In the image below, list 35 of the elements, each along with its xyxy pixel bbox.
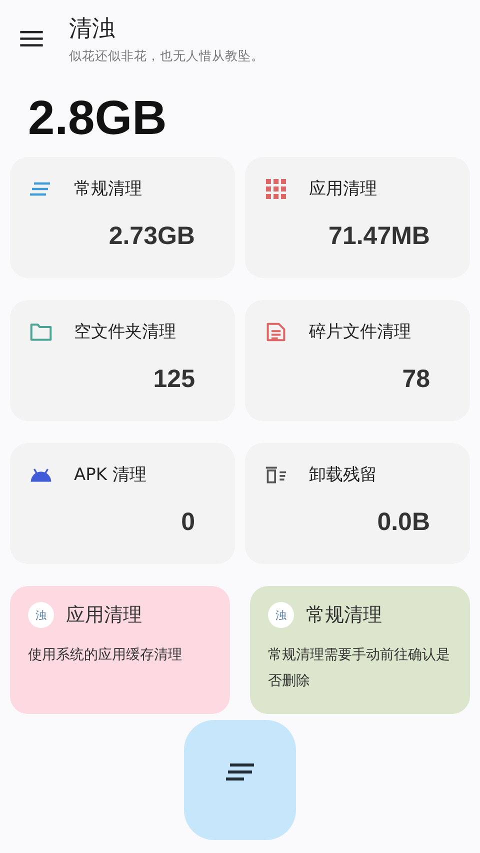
category-label: 碎片文件清理 [309, 321, 411, 343]
category-value: 78 [402, 365, 430, 394]
category-label: 空文件夹清理 [74, 321, 176, 343]
app-subtitle: 似花还似非花，也无人惜从教坠。 [69, 48, 264, 65]
category-card[interactable]: 空文件夹清理 125 [10, 300, 235, 421]
grid-icon [265, 178, 287, 198]
card-title: 应用清理 [66, 603, 142, 628]
category-value: 71.47MB [328, 222, 430, 251]
category-label: 常规清理 [74, 178, 142, 200]
category-value: 0.0B [377, 508, 430, 537]
category-value: 125 [153, 365, 195, 394]
card-description: 常规清理需要手动前往确认是否删除 [268, 646, 451, 691]
logo-badge: 浊 [268, 602, 294, 628]
category-card[interactable]: 碎片文件清理 78 [245, 300, 470, 421]
category-label: 卸载残留 [309, 464, 377, 486]
card-description: 使用系统的应用缓存清理 [28, 646, 183, 665]
category-card[interactable]: 常规清理 2.73GB [10, 157, 235, 278]
lines-icon [224, 763, 256, 781]
document-icon [265, 322, 287, 342]
category-card[interactable]: 应用清理 71.47MB [245, 157, 470, 278]
category-label: APK 清理 [74, 464, 146, 486]
logo-badge: 浊 [28, 602, 54, 628]
card-title: 常规清理 [306, 603, 382, 628]
menu-icon[interactable] [20, 30, 43, 47]
trash-icon [265, 464, 287, 484]
category-value: 2.73GB [108, 222, 195, 251]
category-card[interactable]: 卸载残留 0.0B [245, 443, 470, 564]
category-value: 0 [181, 508, 195, 537]
app-title: 清浊 [69, 15, 116, 44]
category-card[interactable]: APK 清理 0 [10, 443, 235, 564]
info-card[interactable]: 浊 常规清理 常规清理需要手动前往确认是否删除 [250, 586, 470, 714]
folder-icon [30, 322, 52, 342]
info-card[interactable]: 浊 应用清理 使用系统的应用缓存清理 [10, 586, 230, 714]
total-size: 2.8GB [27, 91, 168, 147]
category-label: 应用清理 [309, 178, 377, 200]
